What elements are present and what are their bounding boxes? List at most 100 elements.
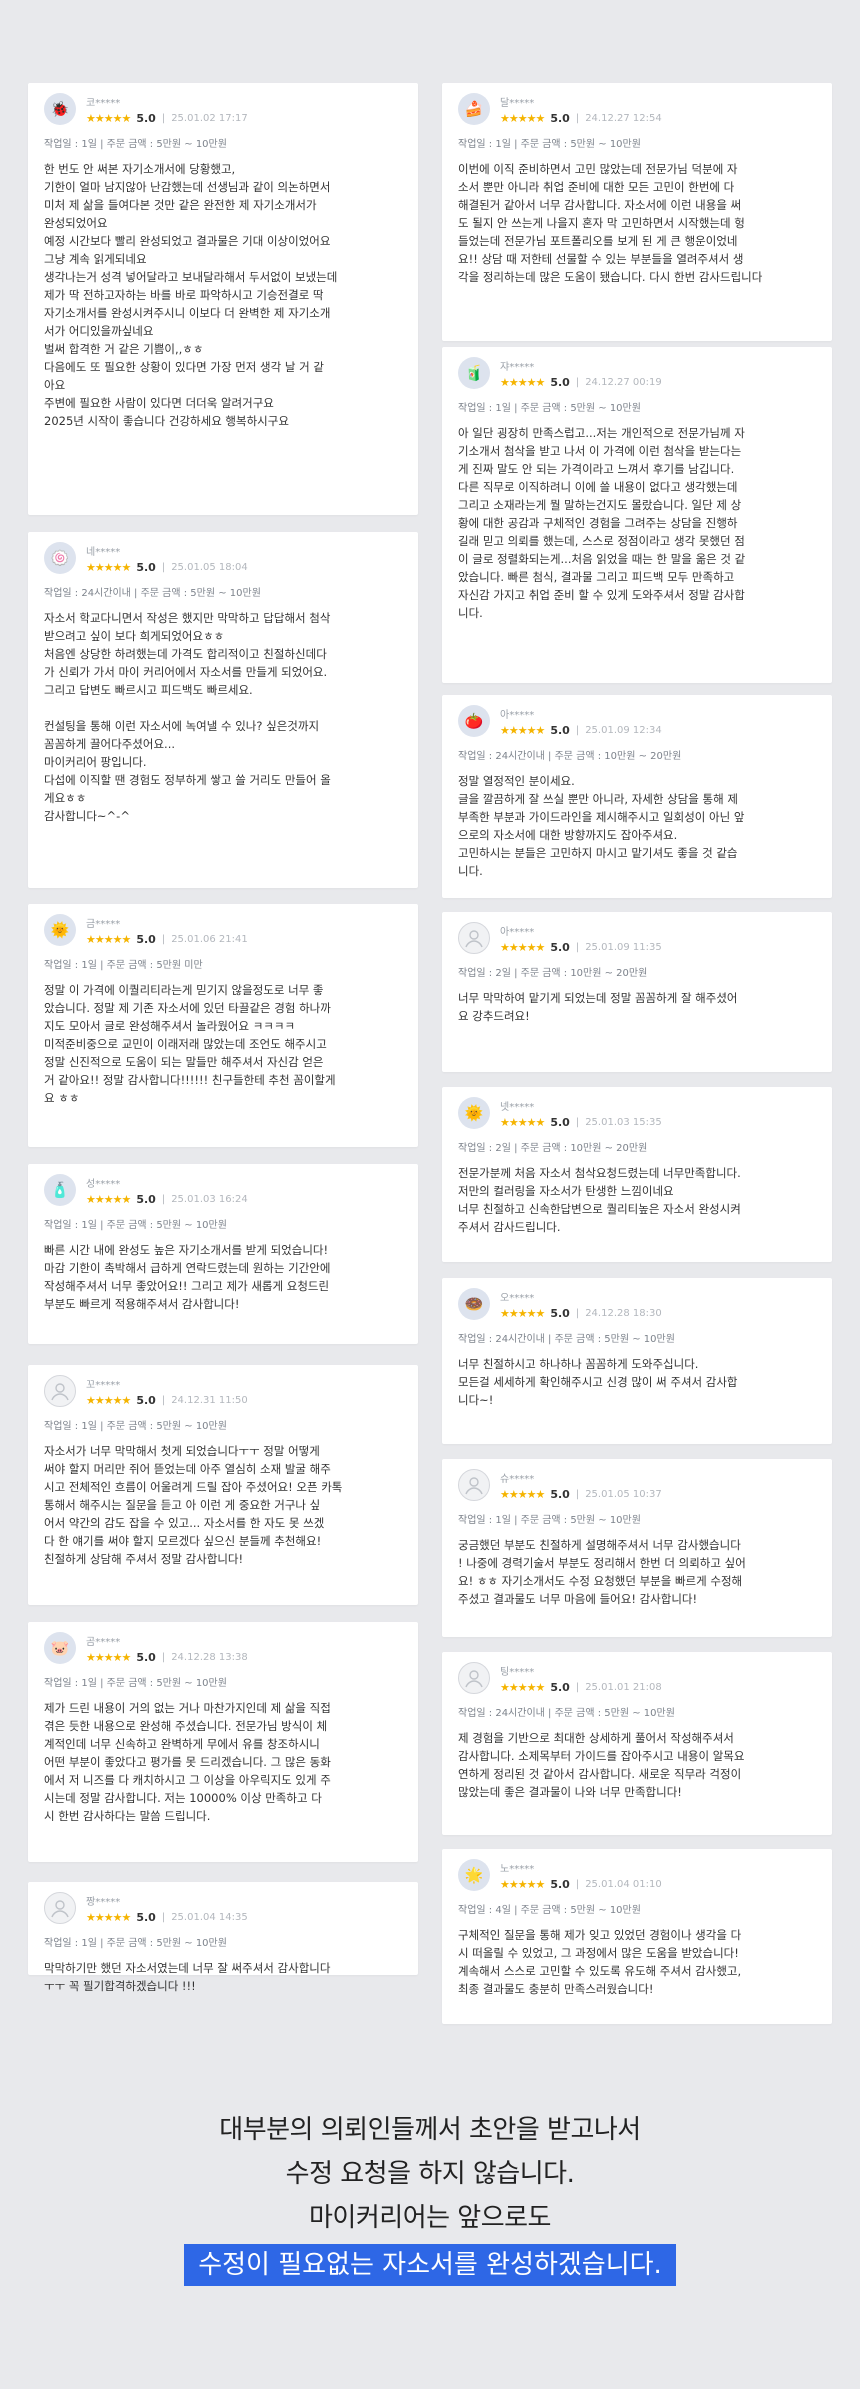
order-info: 작업일 : 2일 | 주문 금액 : 10만원 ~ 20만원 [458,968,648,979]
rating-row: ★★★★★ 5.0 | 25.01.05 18:04 [86,561,248,574]
separator: | [575,1878,580,1890]
star-rating-icon: ★★★★★ [500,111,545,125]
rating-score: 5.0 [550,1487,570,1501]
avatar: 🍅 [458,705,490,737]
star-rating-icon: ★★★★★ [500,1487,545,1501]
review-card: 🍰 달***** ★★★★★ 5.0 | 24.12.27 12:54 작업일 : 1일 |… [442,83,832,341]
review-date: 25.01.01 21:08 [585,1681,662,1693]
review-text: 정말 열정적인 분이세요. 글을 깔끔하게 잘 쓰실 뿐만 아니라, 자세한 상… [458,774,745,878]
review-date: 25.01.02 17:17 [171,112,248,124]
star-rating-icon: ★★★★★ [500,940,545,954]
separator: | [575,112,580,124]
review-meta: 짱***** ★★★★★ 5.0 | 25.01.04 14:35 [86,1893,248,1924]
reviewer-name: 달***** [500,97,535,109]
review-text: 구체적인 질문을 통해 제가 잊고 있었던 경험이나 생각을 다 시 떠올릴 수… [458,1928,742,1996]
rating-row: ★★★★★ 5.0 | 24.12.28 13:38 [86,1651,248,1664]
footer-message: 대부분의 의뢰인들께서 초안을 받고나서 수정 요청을 하지 않습니다. 마이커… [0,2108,860,2286]
rating-score: 5.0 [550,375,570,389]
review-header: 슈***** ★★★★★ 5.0 | 25.01.05 10:37 [458,1469,816,1501]
rating-row: ★★★★★ 5.0 | 25.01.02 17:17 [86,112,248,125]
review-header: 🧴 성***** ★★★★★ 5.0 | 25.01.03 16:24 [44,1174,402,1206]
default-user-icon [51,1383,69,1401]
review-text: 제 경험을 기반으로 최대한 상세하게 풀어서 작성해주셔서 감사합니다. 소제… [458,1731,745,1799]
default-user-icon [465,1670,483,1688]
rating-score: 5.0 [136,1650,156,1664]
rating-score: 5.0 [136,1393,156,1407]
review-card: 팅***** ★★★★★ 5.0 | 25.01.01 21:08 작업일 : 24시간이… [442,1652,832,1835]
rating-row: ★★★★★ 5.0 | 25.01.03 15:35 [500,1116,662,1129]
review-date: 25.01.05 10:37 [585,1488,662,1500]
review-date: 25.01.04 14:35 [171,1911,248,1923]
order-info: 작업일 : 1일 | 주문 금액 : 5만원 ~ 10만원 [458,139,641,150]
reviewer-name: 쟈***** [500,361,535,373]
separator: | [575,1116,580,1128]
review-date: 24.12.28 13:38 [171,1651,248,1663]
order-info: 작업일 : 1일 | 주문 금액 : 5만원 ~ 10만원 [458,1515,641,1526]
rating-row: ★★★★★ 5.0 | 24.12.28 18:30 [500,1307,662,1320]
star-rating-icon: ★★★★★ [86,932,131,946]
reviewer-name: 아***** [500,709,535,721]
rating-score: 5.0 [550,1877,570,1891]
separator: | [161,1911,166,1923]
review-card: 🍥 네***** ★★★★★ 5.0 | 25.01.05 18:04 작업일 : 24시간… [28,532,418,888]
avatar: 🐷 [44,1632,76,1664]
review-card: 🧴 성***** ★★★★★ 5.0 | 25.01.03 16:24 작업일 : 1일 |… [28,1164,418,1344]
review-meta: 꼬***** ★★★★★ 5.0 | 24.12.31 11:50 [86,1376,248,1407]
review-meta: 아***** ★★★★★ 5.0 | 25.01.09 11:35 [500,923,662,954]
review-meta: 오***** ★★★★★ 5.0 | 24.12.28 18:30 [500,1289,662,1320]
review-header: 🧃 쟈***** ★★★★★ 5.0 | 24.12.27 00:19 [458,357,816,389]
order-info: 작업일 : 4일 | 주문 금액 : 5만원 ~ 10만원 [458,1905,641,1916]
order-info: 작업일 : 24시간이내 | 주문 금액 : 10만원 ~ 20만원 [458,751,682,762]
rating-score: 5.0 [136,560,156,574]
rating-row: ★★★★★ 5.0 | 25.01.01 21:08 [500,1681,662,1694]
footer-line-1: 대부분의 의뢰인들께서 초안을 받고나서 [219,2115,641,2145]
reviewer-name: 네***** [86,546,121,558]
order-info: 작업일 : 1일 | 주문 금액 : 5만원 ~ 10만원 [44,1678,227,1689]
separator: | [575,1307,580,1319]
review-card: 아***** ★★★★★ 5.0 | 25.01.09 11:35 작업일 : 2일 | … [442,912,832,1072]
rating-row: ★★★★★ 5.0 | 25.01.03 16:24 [86,1193,248,1206]
review-header: 🍰 달***** ★★★★★ 5.0 | 24.12.27 12:54 [458,93,816,125]
rating-score: 5.0 [550,1115,570,1129]
avatar [44,1375,76,1407]
review-card: 🌟 노***** ★★★★★ 5.0 | 25.01.04 01:10 작업일 : 4일 |… [442,1849,832,2024]
order-info: 작업일 : 1일 | 주문 금액 : 5만원 ~ 10만원 [458,403,641,414]
star-rating-icon: ★★★★★ [500,1680,545,1694]
review-header: 아***** ★★★★★ 5.0 | 25.01.09 11:35 [458,922,816,954]
separator: | [161,1651,166,1663]
review-header: 꼬***** ★★★★★ 5.0 | 24.12.31 11:50 [44,1375,402,1407]
separator: | [161,112,166,124]
review-text: 아 일단 굉장히 만족스럽고...저는 개인적으로 전문가님께 자 기소개서 첨… [458,426,746,620]
rating-row: ★★★★★ 5.0 | 25.01.04 14:35 [86,1911,248,1924]
review-text: 자소서 학교다니면서 작성은 했지만 막막하고 답답해서 첨삭 받으려고 싶이 … [44,611,331,823]
separator: | [575,724,580,736]
order-info: 작업일 : 24시간이내 | 주문 금액 : 5만원 ~ 10만원 [458,1334,675,1345]
avatar: 🍥 [44,542,76,574]
avatar: 🧴 [44,1174,76,1206]
order-info: 작업일 : 1일 | 주문 금액 : 5만원 미만 [44,960,203,971]
review-date: 24.12.28 18:30 [585,1307,662,1319]
avatar: 🌟 [458,1859,490,1891]
star-rating-icon: ★★★★★ [500,375,545,389]
order-info: 작업일 : 1일 | 주문 금액 : 5만원 ~ 10만원 [44,1220,227,1231]
avatar [458,1469,490,1501]
default-user-icon [465,930,483,948]
review-text: 한 번도 안 써본 자기소개서에 당황했고, 기한이 얼마 남지않아 난감했는데… [44,162,338,428]
review-card: 🌞 금***** ★★★★★ 5.0 | 25.01.06 21:41 작업일 : 1일 |… [28,904,418,1147]
review-text: 이번에 이직 준비하면서 고민 많았는데 전문가님 덕분에 자 소서 뿐만 아니… [458,162,763,284]
review-date: 24.12.27 12:54 [585,112,662,124]
review-meta: 쟈***** ★★★★★ 5.0 | 24.12.27 00:19 [500,358,662,389]
star-rating-icon: ★★★★★ [86,560,131,574]
review-meta: 곰***** ★★★★★ 5.0 | 24.12.28 13:38 [86,1633,248,1664]
review-text: 정말 이 가격에 이퀄리티라는게 믿기지 않을정도로 너무 좋 았습니다. 정말… [44,983,336,1105]
review-card: 🍩 오***** ★★★★★ 5.0 | 24.12.28 18:30 작업일 : 24시간… [442,1278,832,1444]
review-card: 꼬***** ★★★★★ 5.0 | 24.12.31 11:50 작업일 : 1일 | … [28,1365,418,1605]
review-meta: 슈***** ★★★★★ 5.0 | 25.01.05 10:37 [500,1470,662,1501]
star-rating-icon: ★★★★★ [500,1115,545,1129]
star-rating-icon: ★★★★★ [86,1393,131,1407]
review-text: 막막하기만 했던 자소서였는데 너무 잘 써주셔서 감사합니다 ㅜㅜ 꼭 필기합… [44,1961,331,1993]
reviewer-name: 곰***** [86,1636,121,1648]
separator: | [161,1394,166,1406]
avatar [44,1892,76,1924]
rating-row: ★★★★★ 5.0 | 24.12.31 11:50 [86,1394,248,1407]
